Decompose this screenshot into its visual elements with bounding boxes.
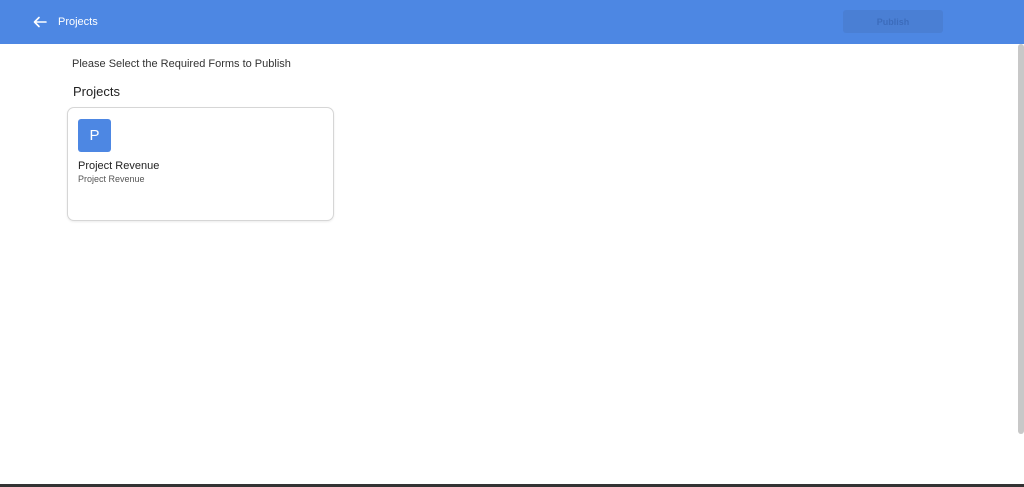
project-card[interactable]: P Project Revenue Project Revenue [67, 107, 334, 221]
project-card-title: Project Revenue [78, 160, 160, 172]
project-card-subtitle: Project Revenue [78, 174, 145, 184]
page-title: Projects [58, 16, 98, 28]
instruction-text: Please Select the Required Forms to Publ… [72, 58, 291, 70]
project-avatar: P [78, 119, 111, 152]
section-title: Projects [73, 84, 120, 99]
page: Projects Publish Please Select the Requi… [0, 0, 1024, 487]
vertical-scrollbar[interactable] [1018, 44, 1024, 434]
top-bar: Projects Publish [0, 0, 1024, 44]
arrow-left-icon [33, 16, 47, 28]
publish-button[interactable]: Publish [843, 10, 943, 33]
back-button[interactable] [30, 12, 50, 32]
